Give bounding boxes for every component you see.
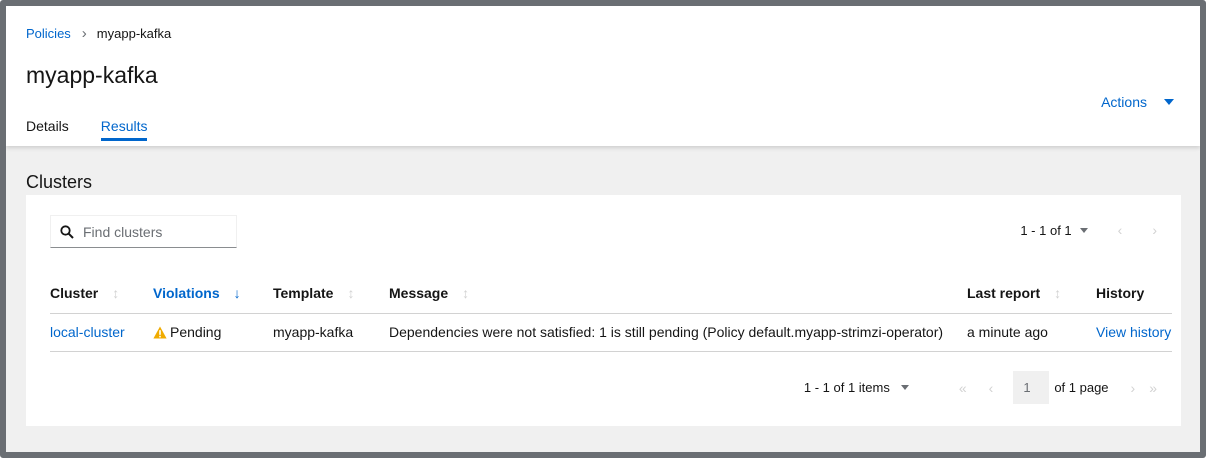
section-title: Clusters: [26, 172, 93, 192]
column-header-last-report[interactable]: Last report ↕: [967, 273, 1096, 313]
pagination-range: 1 - 1 of 1: [1020, 222, 1072, 238]
pagination-top: 1 - 1 of 1 ‹ ›: [1020, 222, 1157, 238]
search-icon: [60, 224, 74, 239]
column-header-history: History: [1096, 284, 1145, 301]
sort-icon: ↕: [462, 284, 470, 301]
warning-icon: [153, 326, 167, 339]
cluster-link[interactable]: local-cluster: [50, 324, 125, 340]
actions-dropdown[interactable]: Actions: [1101, 94, 1174, 110]
last-report-cell: a minute ago: [967, 312, 1096, 352]
search-box: [50, 215, 237, 248]
chevron-right-icon: ›: [81, 25, 87, 42]
page-number-input[interactable]: [1013, 371, 1050, 404]
clusters-card: 1 - 1 of 1 ‹ › Cluster↕ Violations↓ Temp…: [26, 195, 1181, 426]
violations-status: Pending: [170, 324, 222, 340]
column-header-message[interactable]: Message ↕: [389, 273, 967, 313]
caret-down-icon: [1164, 99, 1174, 105]
page-title: myapp-kafka: [26, 62, 158, 88]
template-cell: myapp-kafka: [273, 312, 389, 352]
clusters-table: Cluster ↕ Violations ↓ Template ↕ Message ↕ …: [50, 273, 1172, 352]
message-cell: Dependencies were not satisfied: 1 is st…: [389, 312, 967, 352]
table-row: local-cluster Pending myapp-kafka Depend…: [50, 312, 1172, 352]
caret-down-icon[interactable]: [1079, 227, 1088, 233]
breadcrumb: Policies › myapp-kafka: [26, 26, 171, 41]
actions-label: Actions: [1101, 94, 1147, 110]
sort-down-icon: ↓: [233, 284, 241, 301]
sort-icon: ↕: [347, 284, 355, 301]
chevron-left-icon[interactable]: ‹: [989, 380, 994, 396]
tab-details[interactable]: Details: [26, 118, 69, 141]
sort-icon: ↕: [1054, 284, 1062, 301]
column-header-template[interactable]: Template ↕: [273, 273, 389, 313]
column-header-violations[interactable]: Violations ↓: [153, 273, 273, 313]
violations-cell: Pending: [153, 312, 273, 352]
tab-results[interactable]: Results: [100, 118, 148, 141]
sort-icon: ↕: [112, 284, 120, 301]
last-page-icon[interactable]: »: [1149, 380, 1157, 396]
caret-down-icon[interactable]: [900, 385, 909, 390]
search-input[interactable]: [83, 223, 223, 240]
column-header-cluster[interactable]: Cluster ↕: [50, 273, 153, 313]
table-header-row: Cluster ↕ Violations ↓ Template ↕ Message ↕ …: [50, 273, 1172, 313]
app-frame: Policies › myapp-kafka myapp-kafka Actio…: [0, 0, 1206, 458]
pagination-bottom: 1 - 1 of 1 items « ‹ of 1 page › »: [804, 371, 1157, 404]
breadcrumb-current: myapp-kafka: [96, 26, 172, 41]
view-history-link[interactable]: View history: [1096, 324, 1171, 340]
breadcrumb-policies-link[interactable]: Policies: [26, 26, 71, 41]
chevron-right-icon[interactable]: ›: [1131, 380, 1136, 396]
chevron-right-icon[interactable]: ›: [1152, 222, 1157, 238]
page-header: Policies › myapp-kafka myapp-kafka Actio…: [6, 6, 1200, 146]
chevron-left-icon[interactable]: ‹: [1118, 222, 1123, 238]
pagination-range: 1 - 1 of 1 items: [803, 380, 890, 395]
first-page-icon[interactable]: «: [959, 380, 967, 396]
tab-bar: Details Results: [26, 118, 179, 141]
page-count: of 1 page: [1054, 380, 1109, 395]
